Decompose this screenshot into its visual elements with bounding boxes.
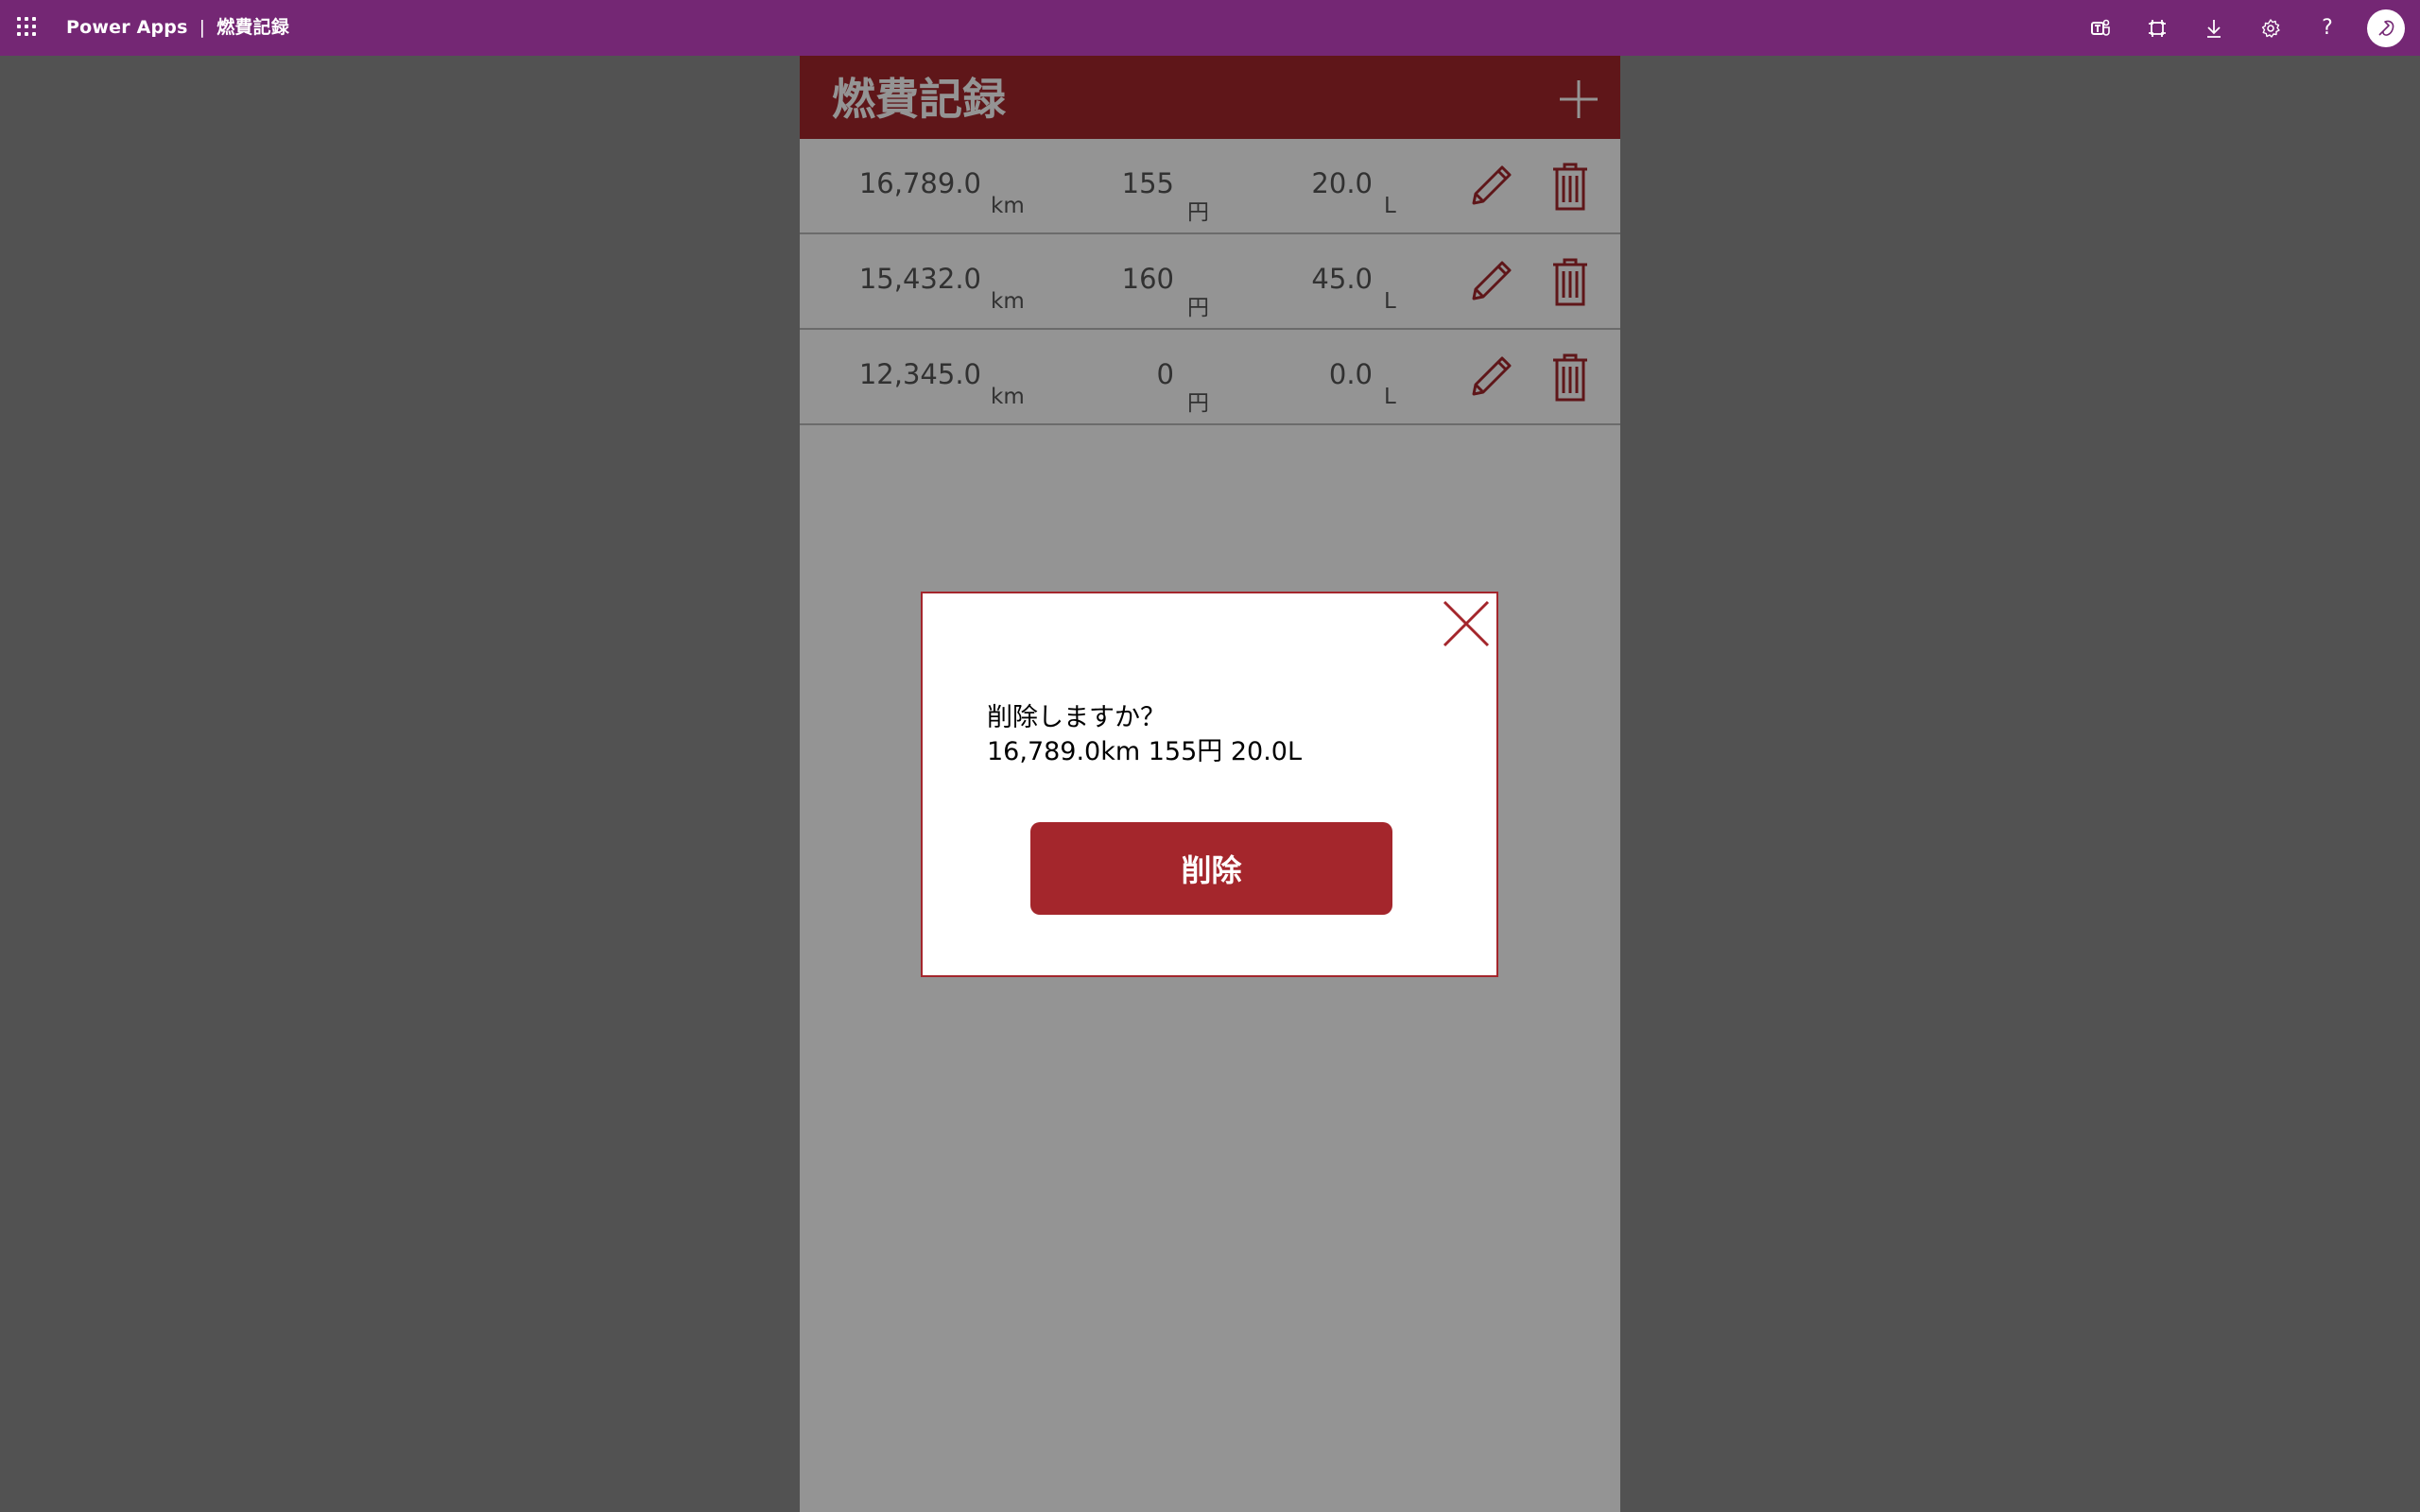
suite-actions: ?	[2072, 0, 2420, 56]
record-summary: 16,789.0km 155円 20.0L	[987, 737, 1303, 766]
delete-confirm-dialog: 削除しますか？ 16,789.0km 155円 20.0L 削除	[921, 592, 1498, 977]
confirm-question: 削除しますか？	[987, 703, 1166, 732]
app-name: 燃費記録	[216, 17, 290, 38]
dialog-message: 削除しますか？ 16,789.0km 155円 20.0L	[987, 701, 1302, 769]
teams-icon[interactable]	[2072, 0, 2129, 56]
settings-icon[interactable]	[2242, 0, 2299, 56]
download-icon[interactable]	[2186, 0, 2242, 56]
title-separator: |	[199, 17, 206, 38]
delete-button[interactable]: 削除	[1030, 822, 1392, 915]
help-label: ?	[2322, 15, 2333, 40]
suite-bar: Power Apps | 燃費記録 ?	[0, 0, 2420, 56]
help-icon[interactable]: ?	[2299, 0, 2356, 56]
avatar-image	[2367, 9, 2405, 47]
app-launcher-icon[interactable]	[17, 17, 38, 38]
suite-title: Power Apps | 燃費記録	[66, 0, 289, 56]
product-name: Power Apps	[66, 17, 188, 38]
avatar[interactable]	[2356, 0, 2416, 56]
close-icon[interactable]	[1442, 599, 1491, 648]
fit-to-screen-icon[interactable]	[2129, 0, 2186, 56]
